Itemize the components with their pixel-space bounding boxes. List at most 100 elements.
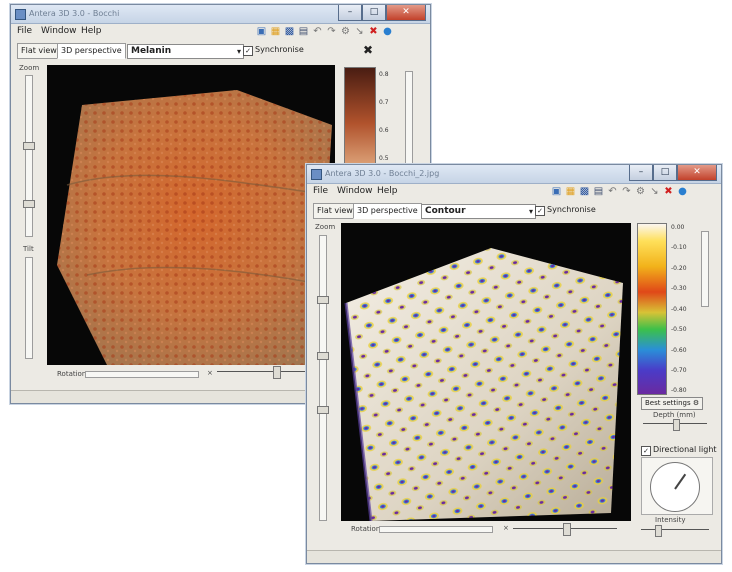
tab-flat-view[interactable]: Flat view bbox=[313, 203, 357, 219]
tab-3d-perspective[interactable]: 3D perspective bbox=[353, 203, 422, 219]
tilt-horizontal-slider[interactable] bbox=[513, 523, 617, 536]
close-doc-icon[interactable]: ✖ bbox=[663, 186, 674, 197]
save-icon[interactable]: ▩ bbox=[579, 186, 590, 197]
close-tab-icon[interactable]: ✖ bbox=[363, 43, 373, 57]
front-titlebar[interactable]: Antera 3D 3.0 - Bocchi_2.jpg – □ ✕ bbox=[307, 165, 721, 184]
scale-tick: 0.5 bbox=[379, 155, 389, 162]
front-toolbar: ▣ ▦ ▩ ▤ ↶ ↷ ⚙ ↘ ✖ ● bbox=[551, 186, 688, 197]
settings-icon[interactable]: ⚙ bbox=[340, 26, 351, 37]
depth-slider[interactable] bbox=[643, 419, 707, 431]
synchronise-checkbox[interactable]: ✓ Synchronise bbox=[535, 205, 596, 216]
intensity-slider-thumb[interactable] bbox=[655, 525, 662, 537]
zoom-slider-thumb-3[interactable] bbox=[317, 406, 329, 414]
front-3d-viewport[interactable] bbox=[341, 223, 631, 521]
menu-help[interactable]: Help bbox=[81, 26, 102, 36]
menu-file[interactable]: File bbox=[313, 186, 328, 196]
save-icon[interactable]: ▩ bbox=[284, 26, 295, 37]
scale-tick: -0.50 bbox=[671, 326, 687, 333]
best-settings-button[interactable]: Best settings ⚙ bbox=[641, 397, 704, 410]
menu-file[interactable]: File bbox=[17, 26, 32, 36]
tab-3d-perspective[interactable]: 3D perspective bbox=[57, 43, 126, 59]
back-3d-viewport[interactable] bbox=[47, 65, 335, 365]
scale-tick: 0.6 bbox=[379, 127, 389, 134]
zoom-slider[interactable] bbox=[317, 235, 329, 521]
back-titlebar[interactable]: Antera 3D 3.0 - Bocchi – □ ✕ bbox=[11, 5, 430, 24]
open-icon[interactable]: ▦ bbox=[565, 186, 576, 197]
mode-select[interactable]: Contour ▾ bbox=[421, 204, 536, 219]
check-icon: ✓ bbox=[641, 446, 651, 456]
minimize-button[interactable]: – bbox=[629, 165, 653, 181]
open-icon[interactable]: ▦ bbox=[270, 26, 281, 37]
select-icon[interactable]: ▣ bbox=[256, 26, 267, 37]
scale-range-slider[interactable] bbox=[701, 231, 709, 307]
zoom-slider-thumb-2[interactable] bbox=[317, 352, 329, 360]
back-tabs-row: Flat view 3D perspective Melanin ▾ ✓ Sync… bbox=[11, 41, 430, 59]
minimize-button[interactable]: – bbox=[338, 5, 362, 21]
back-toolbar: ▣ ▦ ▩ ▤ ↶ ↷ ⚙ ↘ ✖ ● bbox=[256, 26, 393, 37]
close-doc-icon[interactable]: ✖ bbox=[368, 26, 379, 37]
measure-icon[interactable]: ↘ bbox=[649, 186, 660, 197]
tab-flat-view[interactable]: Flat view bbox=[17, 43, 61, 59]
zoom-slider-thumb-2[interactable] bbox=[23, 200, 35, 208]
check-icon: ✓ bbox=[535, 206, 545, 216]
dial-pointer-icon bbox=[674, 473, 687, 490]
redo-icon[interactable]: ↷ bbox=[621, 186, 632, 197]
scale-tick: -0.70 bbox=[671, 367, 687, 374]
mode-select-value: Melanin bbox=[131, 46, 172, 56]
intensity-slider[interactable] bbox=[641, 525, 709, 537]
info-icon[interactable]: ● bbox=[677, 186, 688, 197]
menu-help[interactable]: Help bbox=[377, 186, 398, 196]
light-direction-panel bbox=[641, 457, 713, 515]
scale-tick: 0.00 bbox=[671, 224, 685, 231]
maximize-button[interactable]: □ bbox=[362, 5, 386, 21]
zoom-slider-thumb[interactable] bbox=[23, 142, 35, 150]
mode-select-value: Contour bbox=[425, 206, 466, 216]
check-icon: ✓ bbox=[243, 46, 253, 56]
back-menubar: File Window Help ▣ ▦ ▩ ▤ ↶ ↷ ⚙ ↘ ✖ ● bbox=[11, 24, 430, 39]
tilt-horizontal-thumb[interactable] bbox=[563, 523, 571, 536]
depth-slider-thumb[interactable] bbox=[673, 419, 680, 431]
rotation-label: Rotation bbox=[57, 370, 87, 378]
light-direction-dial[interactable] bbox=[650, 462, 700, 512]
zoom-slider-thumb[interactable] bbox=[317, 296, 329, 304]
front-tabs-row: Flat view 3D perspective Contour ▾ ✓ Sync… bbox=[307, 201, 721, 219]
select-icon[interactable]: ▣ bbox=[551, 186, 562, 197]
front-window-title: Antera 3D 3.0 - Bocchi_2.jpg bbox=[325, 169, 440, 178]
menu-window[interactable]: Window bbox=[337, 186, 373, 196]
best-settings-label: Best settings bbox=[645, 399, 691, 407]
close-window-button[interactable]: ✕ bbox=[677, 165, 717, 181]
maximize-button[interactable]: □ bbox=[653, 165, 677, 181]
scale-tick: -0.80 bbox=[671, 387, 687, 394]
rotation-slider[interactable] bbox=[379, 526, 493, 533]
tilt-horizontal-thumb[interactable] bbox=[273, 366, 281, 379]
front-menubar: File Window Help ▣ ▦ ▩ ▤ ↶ ↷ ⚙ ↘ ✖ ● bbox=[307, 184, 721, 199]
settings-icon[interactable]: ⚙ bbox=[635, 186, 646, 197]
menu-window[interactable]: Window bbox=[41, 26, 77, 36]
synchronise-checkbox[interactable]: ✓ Synchronise bbox=[243, 45, 304, 56]
scale-tick: -0.20 bbox=[671, 265, 687, 272]
app-icon bbox=[15, 9, 26, 20]
measure-icon[interactable]: ↘ bbox=[354, 26, 365, 37]
export-icon[interactable]: ▤ bbox=[298, 26, 309, 37]
tilt-horizontal-slider[interactable] bbox=[217, 366, 317, 379]
tilt-label: Tilt bbox=[23, 245, 34, 253]
rotation-slider[interactable] bbox=[85, 371, 199, 378]
melanin-surface bbox=[57, 90, 332, 365]
front-window: Antera 3D 3.0 - Bocchi_2.jpg – □ ✕ File … bbox=[306, 164, 722, 564]
zoom-label: Zoom bbox=[315, 223, 336, 231]
close-window-button[interactable]: ✕ bbox=[386, 5, 426, 21]
directional-light-checkbox[interactable]: ✓ Directional light bbox=[641, 445, 717, 456]
export-icon[interactable]: ▤ bbox=[593, 186, 604, 197]
undo-icon[interactable]: ↶ bbox=[312, 26, 323, 37]
scale-range-slider[interactable] bbox=[405, 71, 413, 173]
rotation-marker-icon: × bbox=[503, 524, 509, 532]
undo-icon[interactable]: ↶ bbox=[607, 186, 618, 197]
synchronise-label: Synchronise bbox=[547, 205, 596, 214]
mode-select[interactable]: Melanin ▾ bbox=[127, 44, 244, 59]
tilt-slider[interactable] bbox=[25, 257, 33, 359]
zoom-slider[interactable] bbox=[23, 75, 35, 237]
info-icon[interactable]: ● bbox=[382, 26, 393, 37]
chevron-down-icon: ▾ bbox=[528, 207, 533, 216]
back-color-scale bbox=[344, 67, 376, 179]
redo-icon[interactable]: ↷ bbox=[326, 26, 337, 37]
